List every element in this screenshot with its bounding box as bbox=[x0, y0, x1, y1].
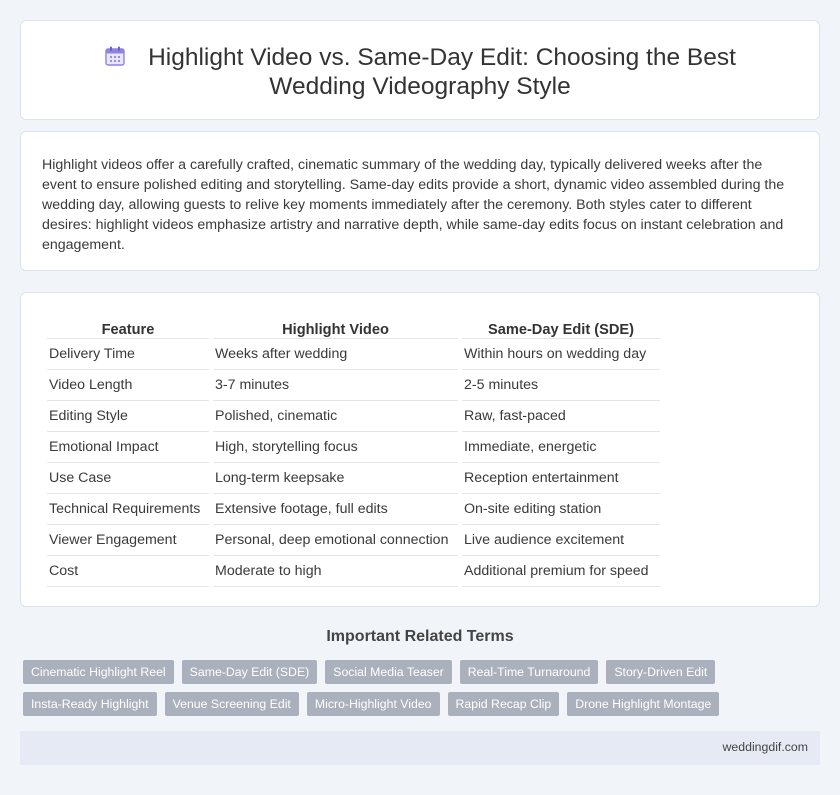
feature-cell: Video Length bbox=[47, 370, 209, 401]
footer-site-link[interactable]: weddingdif.com bbox=[723, 740, 808, 754]
feature-cell: Delivery Time bbox=[47, 339, 209, 370]
related-term-tag[interactable]: Insta-Ready Highlight bbox=[23, 692, 157, 716]
sde-cell: Additional premium for speed bbox=[462, 556, 660, 587]
related-term-tag[interactable]: Venue Screening Edit bbox=[164, 692, 299, 716]
intro-paragraph: Highlight videos offer a carefully craft… bbox=[42, 157, 785, 253]
related-terms-list: Cinematic Highlight Reel Same-Day Edit (… bbox=[23, 660, 823, 716]
feature-cell: Cost bbox=[47, 556, 209, 587]
sde-cell: On-site editing station bbox=[462, 494, 660, 525]
feature-cell: Editing Style bbox=[47, 401, 209, 432]
sde-cell: Live audience excitement bbox=[462, 525, 660, 556]
feature-cell: Emotional Impact bbox=[47, 432, 209, 463]
footer: weddingdif.com bbox=[20, 731, 820, 765]
highlight-cell: Extensive footage, full edits bbox=[213, 494, 458, 525]
highlight-cell: Polished, cinematic bbox=[213, 401, 458, 432]
feature-cell: Viewer Engagement bbox=[47, 525, 209, 556]
page-title-text: Highlight Video vs. Same-Day Edit: Choos… bbox=[148, 44, 736, 100]
title-card: Highlight Video vs. Same-Day Edit: Choos… bbox=[20, 20, 820, 120]
sde-cell: Immediate, energetic bbox=[462, 432, 660, 463]
calendar-icon bbox=[105, 46, 125, 66]
feature-cell: Use Case bbox=[47, 463, 209, 494]
comparison-card: Feature Highlight Video Same-Day Edit (S… bbox=[20, 292, 820, 607]
header-same-day-edit: Same-Day Edit (SDE) bbox=[462, 315, 660, 339]
page-title: Highlight Video vs. Same-Day Edit: Choos… bbox=[71, 43, 769, 101]
related-term-tag[interactable]: Story-Driven Edit bbox=[606, 660, 716, 684]
table-row: Editing Style Polished, cinematic Raw, f… bbox=[47, 401, 660, 432]
comparison-table: Feature Highlight Video Same-Day Edit (S… bbox=[43, 315, 664, 587]
table-row: Video Length 3-7 minutes 2-5 minutes bbox=[47, 370, 660, 401]
table-header-row: Feature Highlight Video Same-Day Edit (S… bbox=[47, 315, 660, 339]
related-term-tag[interactable]: Cinematic Highlight Reel bbox=[23, 660, 174, 684]
highlight-cell: Personal, deep emotional connection bbox=[213, 525, 458, 556]
highlight-cell: Weeks after wedding bbox=[213, 339, 458, 370]
related-term-tag[interactable]: Social Media Teaser bbox=[325, 660, 452, 684]
table-row: Use Case Long-term keepsake Reception en… bbox=[47, 463, 660, 494]
related-term-tag[interactable]: Drone Highlight Montage bbox=[567, 692, 720, 716]
sde-cell: Reception entertainment bbox=[462, 463, 660, 494]
sde-cell: Within hours on wedding day bbox=[462, 339, 660, 370]
table-row: Emotional Impact High, storytelling focu… bbox=[47, 432, 660, 463]
table-row: Viewer Engagement Personal, deep emotion… bbox=[47, 525, 660, 556]
related-term-tag[interactable]: Rapid Recap Clip bbox=[447, 692, 560, 716]
related-term-tag[interactable]: Micro-Highlight Video bbox=[306, 692, 440, 716]
related-terms-heading: Important Related Terms bbox=[326, 628, 514, 645]
table-row: Technical Requirements Extensive footage… bbox=[47, 494, 660, 525]
table-row: Delivery Time Weeks after wedding Within… bbox=[47, 339, 660, 370]
highlight-cell: Long-term keepsake bbox=[213, 463, 458, 494]
intro-card: Highlight videos offer a carefully craft… bbox=[20, 131, 820, 271]
feature-cell: Technical Requirements bbox=[47, 494, 209, 525]
sde-cell: 2-5 minutes bbox=[462, 370, 660, 401]
highlight-cell: Moderate to high bbox=[213, 556, 458, 587]
table-row: Cost Moderate to high Additional premium… bbox=[47, 556, 660, 587]
sde-cell: Raw, fast-paced bbox=[462, 401, 660, 432]
highlight-cell: High, storytelling focus bbox=[213, 432, 458, 463]
header-feature: Feature bbox=[47, 315, 209, 339]
related-term-tag[interactable]: Same-Day Edit (SDE) bbox=[181, 660, 318, 684]
related-term-tag[interactable]: Real-Time Turnaround bbox=[459, 660, 599, 684]
highlight-cell: 3-7 minutes bbox=[213, 370, 458, 401]
header-highlight-video: Highlight Video bbox=[213, 315, 458, 339]
